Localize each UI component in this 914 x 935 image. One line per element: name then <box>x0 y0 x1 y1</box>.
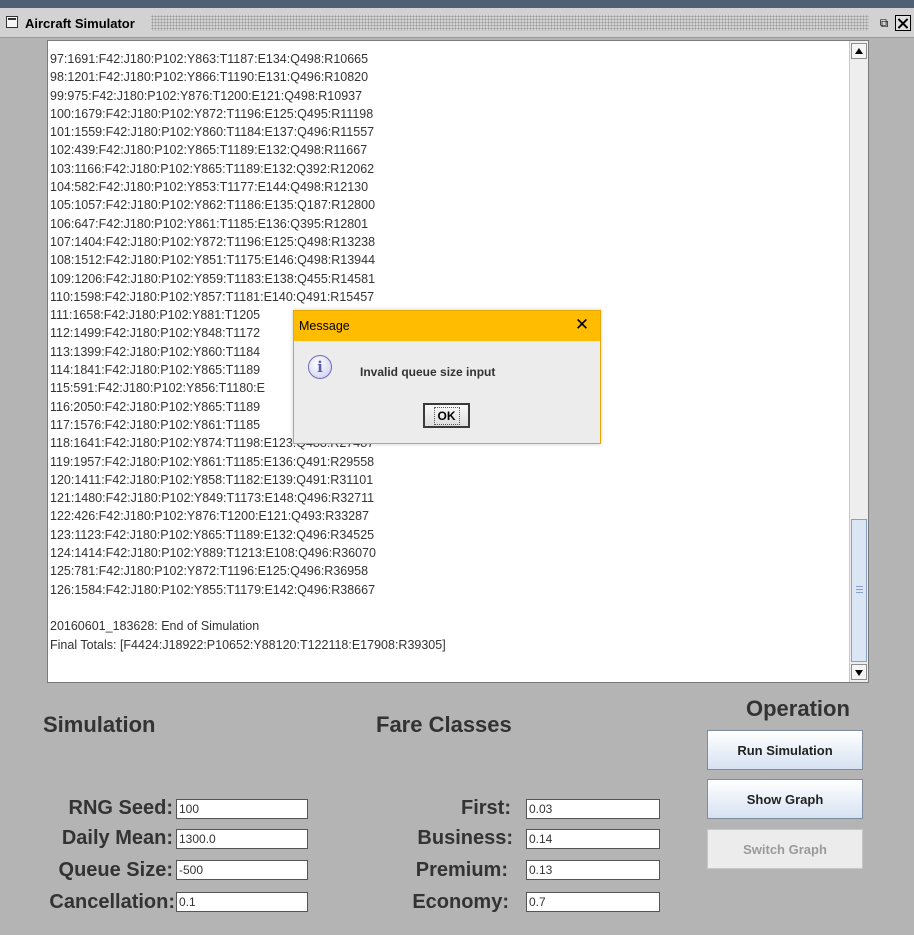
output-line: 121:1480:F42:J180:P102:Y849:T1173:E148:Q… <box>50 491 375 506</box>
output-line: 105:1057:F42:J180:P102:Y862:T1186:E135:Q… <box>50 198 376 213</box>
output-line: 104:582:F42:J180:P102:Y853:T1177:E144:Q4… <box>50 180 369 195</box>
restore-icon[interactable]: ⧉ <box>876 15 892 31</box>
output-line: 108:1512:F42:J180:P102:Y851:T1175:E146:Q… <box>50 253 376 268</box>
business-class-input[interactable] <box>526 829 660 849</box>
titlebar-grip <box>151 15 869 31</box>
show-graph-button[interactable]: Show Graph <box>707 779 863 819</box>
output-line: 106:647:F42:J180:P102:Y861:T1185:E136:Q3… <box>50 216 369 231</box>
scroll-thumb[interactable] <box>851 519 867 662</box>
ok-button-label: OK <box>433 406 460 425</box>
output-line: 100:1679:F42:J180:P102:Y872:T1196:E125:Q… <box>50 106 374 121</box>
daily-mean-input[interactable] <box>176 829 308 849</box>
ok-button[interactable]: OK <box>423 403 470 428</box>
desktop-strip <box>0 0 914 8</box>
queue-size-label: Queue Size: <box>58 859 173 881</box>
window-close-icon[interactable] <box>895 15 911 31</box>
fare-classes-section-title: Fare Classes <box>376 712 512 737</box>
window-title: Aircraft Simulator <box>25 16 135 31</box>
output-line: 123:1123:F42:J180:P102:Y865:T1189:E132:Q… <box>50 527 375 542</box>
output-line: 103:1166:F42:J180:P102:Y865:T1189:E132:Q… <box>50 161 375 176</box>
output-line: 101:1559:F42:J180:P102:Y860:T1184:E137:Q… <box>50 125 375 140</box>
cancellation-label: Cancellation: <box>49 891 175 913</box>
output-line: 109:1206:F42:J180:P102:Y859:T1183:E138:Q… <box>50 271 376 286</box>
output-line: 122:426:F42:J180:P102:Y876:T1200:E121:Q4… <box>50 509 370 524</box>
output-line: 99:975:F42:J180:P102:Y876:T1200:E121:Q49… <box>50 88 363 103</box>
window-menu-icon[interactable] <box>6 16 18 28</box>
output-line: Final Totals: [F4424:J18922:P10652:Y8812… <box>50 637 446 652</box>
output-line: 102:439:F42:J180:P102:Y865:T1189:E132:Q4… <box>50 143 368 158</box>
output-line: 124:1414:F42:J180:P102:Y889:T1213:E108:Q… <box>50 546 376 561</box>
economy-class-label: Economy: <box>412 891 509 913</box>
economy-class-input[interactable] <box>526 892 660 912</box>
run-simulation-button[interactable]: Run Simulation <box>707 730 863 770</box>
switch-graph-button[interactable]: Switch Graph <box>707 829 863 869</box>
rng-seed-input[interactable] <box>176 799 308 819</box>
scroll-up-button[interactable] <box>851 43 867 59</box>
cancellation-input[interactable] <box>176 892 308 912</box>
simulation-section-title: Simulation <box>43 712 156 737</box>
rng-seed-label: RNG Seed: <box>68 797 173 819</box>
info-icon: i <box>308 355 332 379</box>
dialog-close-icon[interactable]: ✕ <box>574 316 590 334</box>
output-line: 120:1411:F42:J180:P102:Y858:T1182:E139:Q… <box>50 472 374 487</box>
output-line: 119:1957:F42:J180:P102:Y861:T1185:E136:Q… <box>50 454 375 469</box>
window-titlebar[interactable]: Aircraft Simulator ⧉ <box>0 0 914 38</box>
first-class-input[interactable] <box>526 799 660 819</box>
premium-class-label: Premium: <box>415 859 508 881</box>
output-line: 98:1201:F42:J180:P102:Y866:T1190:E131:Q4… <box>50 70 369 85</box>
output-scrollbar[interactable] <box>849 41 868 682</box>
dialog-titlebar[interactable]: Message ✕ <box>294 311 600 341</box>
premium-class-input[interactable] <box>526 860 660 880</box>
output-line: 20160601_183628: End of Simulation <box>50 619 260 634</box>
output-line: 110:1598:F42:J180:P102:Y857:T1181:E140:Q… <box>50 289 375 304</box>
operation-section-title: Operation <box>746 696 850 721</box>
output-line: 107:1404:F42:J180:P102:Y872:T1196:E125:Q… <box>50 234 376 249</box>
scroll-grip-icon <box>856 586 863 593</box>
business-class-label: Business: <box>417 827 513 849</box>
dialog-message: Invalid queue size input <box>360 365 496 379</box>
output-line: 97:1691:F42:J180:P102:Y863:T1187:E134:Q4… <box>50 52 369 66</box>
queue-size-input[interactable] <box>176 860 308 880</box>
output-line: 125:781:F42:J180:P102:Y872:T1196:E125:Q4… <box>50 564 369 579</box>
daily-mean-label: Daily Mean: <box>61 827 173 849</box>
dialog-title: Message <box>299 319 350 333</box>
scroll-down-button[interactable] <box>851 664 867 680</box>
output-line: 126:1584:F42:J180:P102:Y855:T1179:E142:Q… <box>50 582 376 597</box>
first-class-label: First: <box>461 797 511 819</box>
message-dialog: Message ✕ i Invalid queue size input OK <box>293 310 601 444</box>
